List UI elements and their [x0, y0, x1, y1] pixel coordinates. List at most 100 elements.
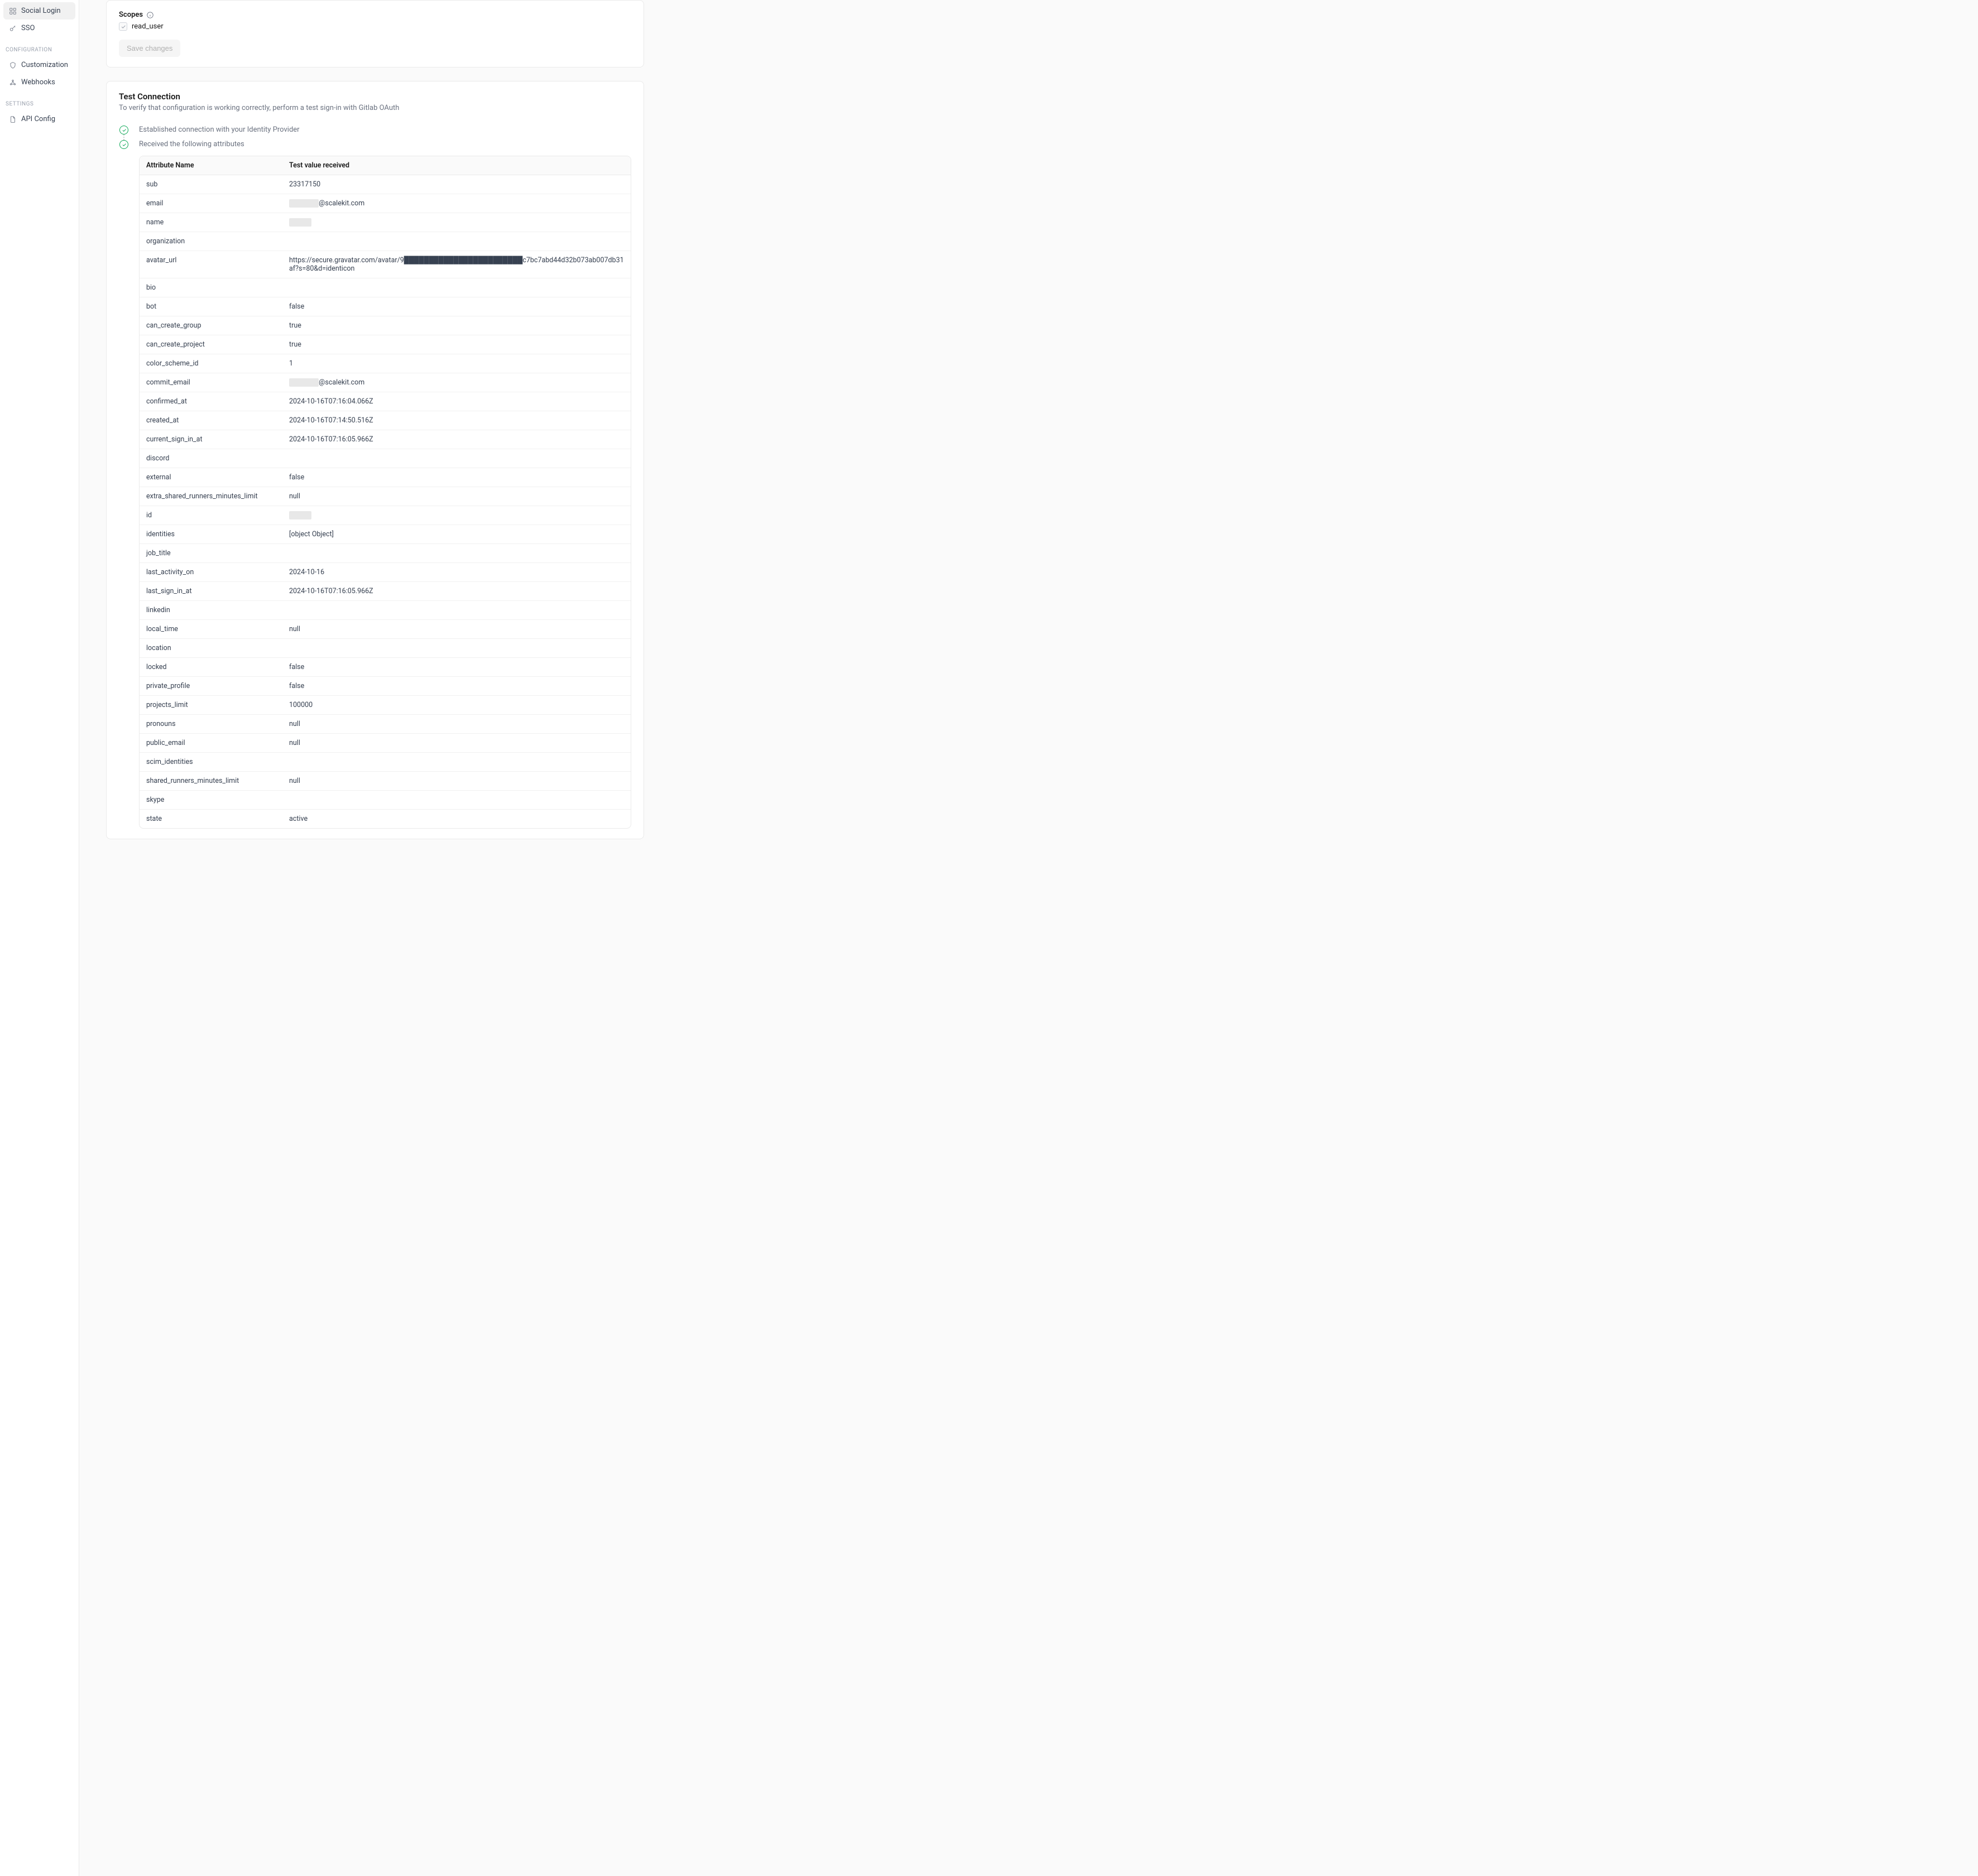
attr-name: color_scheme_id: [140, 354, 282, 373]
check-icon: [121, 24, 126, 30]
attr-name: external: [140, 468, 282, 487]
attr-name: avatar_url: [140, 251, 282, 278]
table-row: linkedin: [140, 601, 631, 620]
table-row: local_timenull: [140, 620, 631, 639]
attr-value: [object Object]: [282, 525, 631, 544]
attr-value: false: [282, 658, 631, 677]
success-icon: [119, 126, 128, 134]
attr-name: organization: [140, 232, 282, 251]
attr-name: extra_shared_runners_minutes_limit: [140, 487, 282, 506]
attr-value: null: [282, 734, 631, 753]
table-row: avatar_urlhttps://secure.gravatar.com/av…: [140, 251, 631, 278]
attr-name: job_title: [140, 544, 282, 563]
attr-value: null: [282, 715, 631, 734]
attr-name: shared_runners_minutes_limit: [140, 772, 282, 791]
attr-value: ██████@scalekit.com: [282, 373, 631, 392]
table-row: location: [140, 639, 631, 658]
attr-value: 23317150: [282, 175, 631, 194]
attr-value: [282, 232, 631, 251]
table-row: discord: [140, 449, 631, 468]
shield-icon: [9, 61, 17, 69]
attr-value: false: [282, 468, 631, 487]
scope-label: read_user: [132, 22, 164, 31]
table-row: job_title: [140, 544, 631, 563]
attr-value: ██████@scalekit.com: [282, 194, 631, 213]
attr-value: null: [282, 620, 631, 639]
attr-name: skype: [140, 791, 282, 810]
table-row: botfalse: [140, 297, 631, 316]
timeline-connector: [123, 134, 124, 140]
attr-value: 2024-10-16T07:16:05.966Z: [282, 582, 631, 601]
file-icon: [9, 116, 17, 123]
attr-name: last_activity_on: [140, 563, 282, 582]
table-row: last_sign_in_at2024-10-16T07:16:05.966Z: [140, 582, 631, 601]
attr-value: [282, 601, 631, 620]
attr-name: created_at: [140, 411, 282, 430]
table-header-name: Attribute Name: [140, 156, 282, 175]
nav-item-social-login[interactable]: Social Login: [3, 2, 75, 20]
nav-item-webhooks[interactable]: Webhooks: [3, 74, 75, 91]
table-row: stateactive: [140, 810, 631, 829]
nav-item-customization[interactable]: Customization: [3, 56, 75, 74]
save-changes-button[interactable]: Save changes: [119, 40, 180, 57]
test-connection-description: To verify that configuration is working …: [119, 104, 631, 112]
nav-label: API Config: [21, 115, 55, 123]
attr-name: confirmed_at: [140, 392, 282, 411]
scope-checkbox[interactable]: [119, 22, 127, 31]
grid-icon: [9, 7, 17, 15]
attr-value: 2024-10-16: [282, 563, 631, 582]
attributes-table-wrap: Attribute Name Test value received sub23…: [139, 156, 631, 829]
test-connection-card: Test Connection To verify that configura…: [106, 81, 644, 839]
nav-label: SSO: [21, 24, 35, 32]
attr-name: linkedin: [140, 601, 282, 620]
attr-name: current_sign_in_at: [140, 430, 282, 449]
attr-value: false: [282, 297, 631, 316]
attr-name: pronouns: [140, 715, 282, 734]
nav-label: Webhooks: [21, 78, 55, 86]
attr-value: 1: [282, 354, 631, 373]
attr-value: null: [282, 772, 631, 791]
attr-name: discord: [140, 449, 282, 468]
attr-value: active: [282, 810, 631, 829]
attr-value: null: [282, 487, 631, 506]
sidebar: Social Login SSO CONFIGURATION Customiza…: [0, 0, 79, 1876]
attr-name: id: [140, 506, 282, 525]
key-icon: [9, 25, 17, 32]
attr-value: 100000: [282, 696, 631, 715]
nav-item-sso[interactable]: SSO: [3, 20, 75, 37]
scopes-title: Scopes: [119, 11, 143, 19]
attr-value: [282, 449, 631, 468]
attr-name: state: [140, 810, 282, 829]
table-row: bio: [140, 278, 631, 297]
attr-name: locked: [140, 658, 282, 677]
table-row: sub23317150: [140, 175, 631, 194]
table-row: current_sign_in_at2024-10-16T07:16:05.96…: [140, 430, 631, 449]
attr-name: name: [140, 213, 282, 232]
table-row: last_activity_on2024-10-16: [140, 563, 631, 582]
attr-name: commit_email: [140, 373, 282, 392]
attr-name: sub: [140, 175, 282, 194]
attr-name: local_time: [140, 620, 282, 639]
nav-section-configuration: CONFIGURATION: [3, 37, 75, 56]
attr-name: projects_limit: [140, 696, 282, 715]
nav-item-api-config[interactable]: API Config: [3, 110, 75, 128]
attr-name: can_create_project: [140, 335, 282, 354]
table-row: commit_email██████@scalekit.com: [140, 373, 631, 392]
table-header-value: Test value received: [282, 156, 631, 175]
attr-value: [282, 753, 631, 772]
table-row: scim_identities: [140, 753, 631, 772]
attr-value: 2024-10-16T07:16:04.066Z: [282, 392, 631, 411]
redacted-text: ████: [289, 511, 311, 519]
test-connection-title: Test Connection: [119, 92, 631, 102]
attr-value: true: [282, 316, 631, 335]
table-row: can_create_grouptrue: [140, 316, 631, 335]
success-icon: [119, 140, 128, 149]
attr-value: false: [282, 677, 631, 696]
attr-value: ████: [282, 506, 631, 525]
table-row: organization: [140, 232, 631, 251]
attr-name: email: [140, 194, 282, 213]
attr-name: location: [140, 639, 282, 658]
attr-value: 2024-10-16T07:14:50.516Z: [282, 411, 631, 430]
timeline-step-2: Received the following attributes: [139, 140, 244, 148]
table-row: can_create_projecttrue: [140, 335, 631, 354]
